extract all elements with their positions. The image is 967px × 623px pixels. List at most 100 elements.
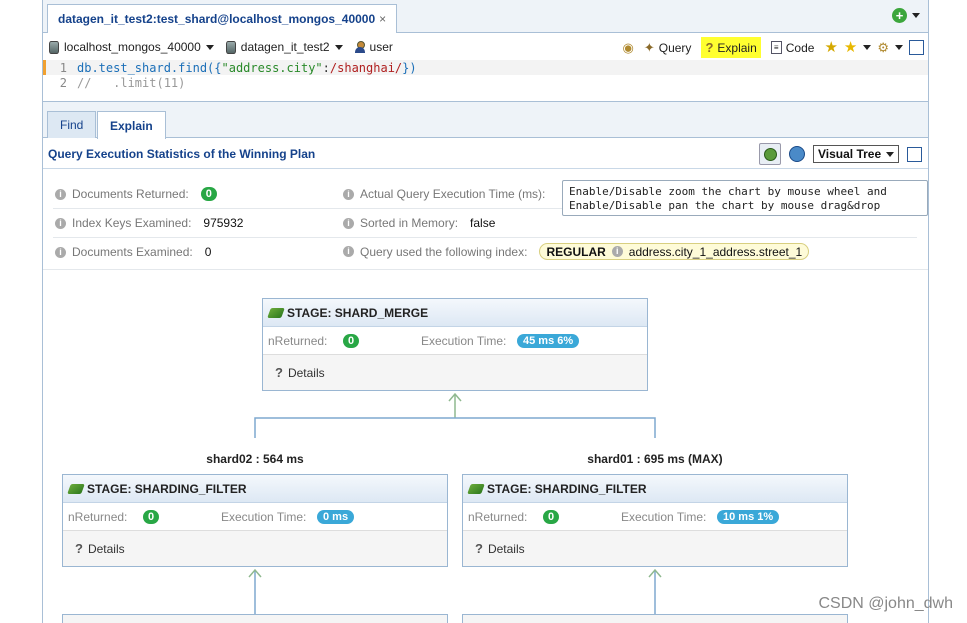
main-window: datagen_it_test2:test_shard@localhost_mo… bbox=[42, 0, 929, 623]
stat-value: false bbox=[470, 216, 496, 230]
chevron-down-icon bbox=[912, 13, 920, 18]
explain-button[interactable]: ? Explain bbox=[701, 37, 761, 58]
info-icon: i bbox=[343, 217, 354, 229]
tooltip: Enable/Disable zoom the chart by mouse w… bbox=[562, 180, 928, 216]
query-editor[interactable]: 1 db.test_shard.find({"address.city":/sh… bbox=[43, 60, 928, 102]
details-link[interactable]: ? Details bbox=[263, 355, 647, 390]
stage-icon bbox=[67, 483, 85, 494]
stage-title-text: STAGE: SHARD_MERGE bbox=[287, 305, 429, 320]
stage-node-child[interactable] bbox=[462, 614, 848, 623]
refresh-icon[interactable] bbox=[789, 146, 805, 162]
result-tabs: Find Explain bbox=[43, 102, 928, 139]
info-icon: i bbox=[55, 188, 66, 200]
zoom-icon bbox=[763, 147, 777, 161]
divider bbox=[53, 237, 917, 238]
editor-line: 2 // .limit(11) bbox=[43, 75, 928, 90]
nreturned-badge: 0 bbox=[143, 509, 160, 524]
execution-time-label: Execution Time: bbox=[221, 509, 307, 524]
stage-title-text: STAGE: SHARDING_FILTER bbox=[87, 481, 247, 496]
execution-time-badge: 10 ms 1% bbox=[717, 509, 780, 524]
database-icon bbox=[225, 40, 236, 54]
add-favorite-icon[interactable]: ★ bbox=[824, 40, 837, 55]
maximize-icon[interactable] bbox=[909, 40, 924, 55]
nreturned-badge: 0 bbox=[343, 333, 360, 348]
question-icon: ? bbox=[275, 365, 283, 380]
index-type: REGULAR bbox=[546, 244, 606, 259]
code-button[interactable]: ≡ Code bbox=[767, 37, 819, 58]
stat-label: Documents Returned: bbox=[72, 187, 189, 201]
lock-icon[interactable]: ◉ bbox=[623, 41, 634, 54]
details-link[interactable]: ? Details bbox=[63, 531, 447, 566]
execution-time-label: Execution Time: bbox=[421, 333, 507, 348]
stage-node-shard-merge[interactable]: STAGE: SHARD_MERGE nReturned: 0 Executio… bbox=[262, 298, 648, 391]
stat-label: Index Keys Examined: bbox=[72, 216, 192, 230]
details-label: Details bbox=[287, 365, 325, 380]
close-icon[interactable]: × bbox=[379, 12, 386, 26]
line-number: 2 bbox=[59, 75, 67, 90]
nreturned-label: nReturned: bbox=[268, 333, 328, 348]
code-object: db.test_shard.find({ bbox=[77, 60, 222, 75]
info-icon: i bbox=[343, 188, 354, 200]
panel-header: Query Execution Statistics of the Winnin… bbox=[43, 139, 928, 169]
chevron-down-icon bbox=[334, 44, 343, 50]
stage-icon bbox=[467, 483, 485, 494]
view-mode-value: Visual Tree bbox=[818, 147, 882, 161]
stat-documents-returned: i Documents Returned: 0 bbox=[55, 187, 217, 201]
stat-actual-time: i Actual Query Execution Time (ms): bbox=[343, 187, 545, 201]
stage-node-child[interactable] bbox=[62, 614, 448, 623]
stat-label: Documents Examined: bbox=[72, 245, 193, 259]
history-icon[interactable]: ⚙ bbox=[877, 41, 889, 54]
code-button-label: Code bbox=[785, 40, 815, 55]
details-label: Details bbox=[87, 541, 125, 556]
chevron-down-icon[interactable] bbox=[863, 45, 872, 50]
connection-selector[interactable]: localhost_mongos_40000 bbox=[49, 40, 214, 54]
question-icon: ? bbox=[75, 541, 83, 556]
tooltip-line-1: Enable/Disable zoom the chart by mouse w… bbox=[569, 185, 887, 198]
watermark: CSDN @john_dwh bbox=[818, 595, 953, 612]
stat-sorted-in-memory: i Sorted in Memory: false bbox=[343, 216, 495, 230]
stage-stats-row: nReturned: 0 Execution Time: 45 ms 6% bbox=[263, 327, 647, 355]
code-regex: /shanghai/ bbox=[329, 60, 403, 75]
document-tab[interactable]: datagen_it_test2:test_shard@localhost_mo… bbox=[47, 4, 398, 33]
stage-icon bbox=[267, 307, 285, 318]
code-key: "address.city" bbox=[221, 60, 323, 75]
favorites-icon[interactable]: ★ bbox=[844, 40, 857, 55]
visual-tree[interactable]: STAGE: SHARD_MERGE nReturned: 0 Executio… bbox=[43, 269, 928, 623]
stage-node-sharding-filter[interactable]: STAGE: SHARDING_FILTER nReturned: 0 Exec… bbox=[62, 474, 448, 567]
execution-time-badge: 45 ms 6% bbox=[517, 333, 580, 348]
stage-stats-row: nReturned: 0 Execution Time: 10 ms 1% bbox=[463, 503, 847, 531]
database-label: datagen_it_test2 bbox=[240, 40, 330, 54]
chevron-down-icon[interactable] bbox=[895, 45, 903, 50]
stat-value: 0 bbox=[204, 245, 212, 259]
stage-title: STAGE: SHARD_MERGE bbox=[263, 299, 647, 327]
tab-find[interactable]: Find bbox=[47, 111, 97, 138]
stat-label: Query used the following index: bbox=[360, 244, 528, 259]
details-link[interactable]: ? Details bbox=[463, 531, 847, 566]
explain-button-label: Explain bbox=[717, 40, 757, 55]
info-icon: i bbox=[611, 246, 623, 257]
shard-label: shard01 : 695 ms (MAX) bbox=[587, 452, 723, 466]
stat-label: Sorted in Memory: bbox=[360, 216, 459, 230]
user-icon bbox=[354, 41, 365, 53]
stage-node-sharding-filter[interactable]: STAGE: SHARDING_FILTER nReturned: 0 Exec… bbox=[462, 474, 848, 567]
code-icon: ≡ bbox=[770, 41, 782, 54]
tab-explain[interactable]: Explain bbox=[97, 111, 166, 139]
user-label: user bbox=[369, 40, 393, 54]
query-button[interactable]: ✦ Query bbox=[640, 37, 696, 58]
zoom-pan-toggle-button[interactable] bbox=[759, 143, 781, 165]
stage-stats-row: nReturned: 0 Execution Time: 0 ms bbox=[63, 503, 447, 531]
tooltip-line-2: Enable/Disable pan the chart by mouse dr… bbox=[569, 199, 881, 212]
details-label: Details bbox=[487, 541, 525, 556]
stage-title-text: STAGE: SHARDING_FILTER bbox=[487, 481, 647, 496]
user-selector[interactable]: user bbox=[354, 40, 393, 54]
chevron-down-icon bbox=[205, 44, 214, 50]
stage-title: STAGE: SHARDING_FILTER bbox=[63, 475, 447, 503]
view-mode-select[interactable]: Visual Tree bbox=[813, 145, 899, 163]
panel-tools: Visual Tree bbox=[759, 143, 922, 165]
server-icon bbox=[49, 40, 59, 54]
add-tab-button[interactable]: + bbox=[892, 8, 920, 23]
code-comment: // .limit(11) bbox=[77, 75, 186, 90]
database-selector[interactable]: datagen_it_test2 bbox=[225, 40, 343, 54]
editor-line: 1 db.test_shard.find({"address.city":/sh… bbox=[43, 60, 928, 75]
maximize-icon[interactable] bbox=[907, 146, 922, 162]
